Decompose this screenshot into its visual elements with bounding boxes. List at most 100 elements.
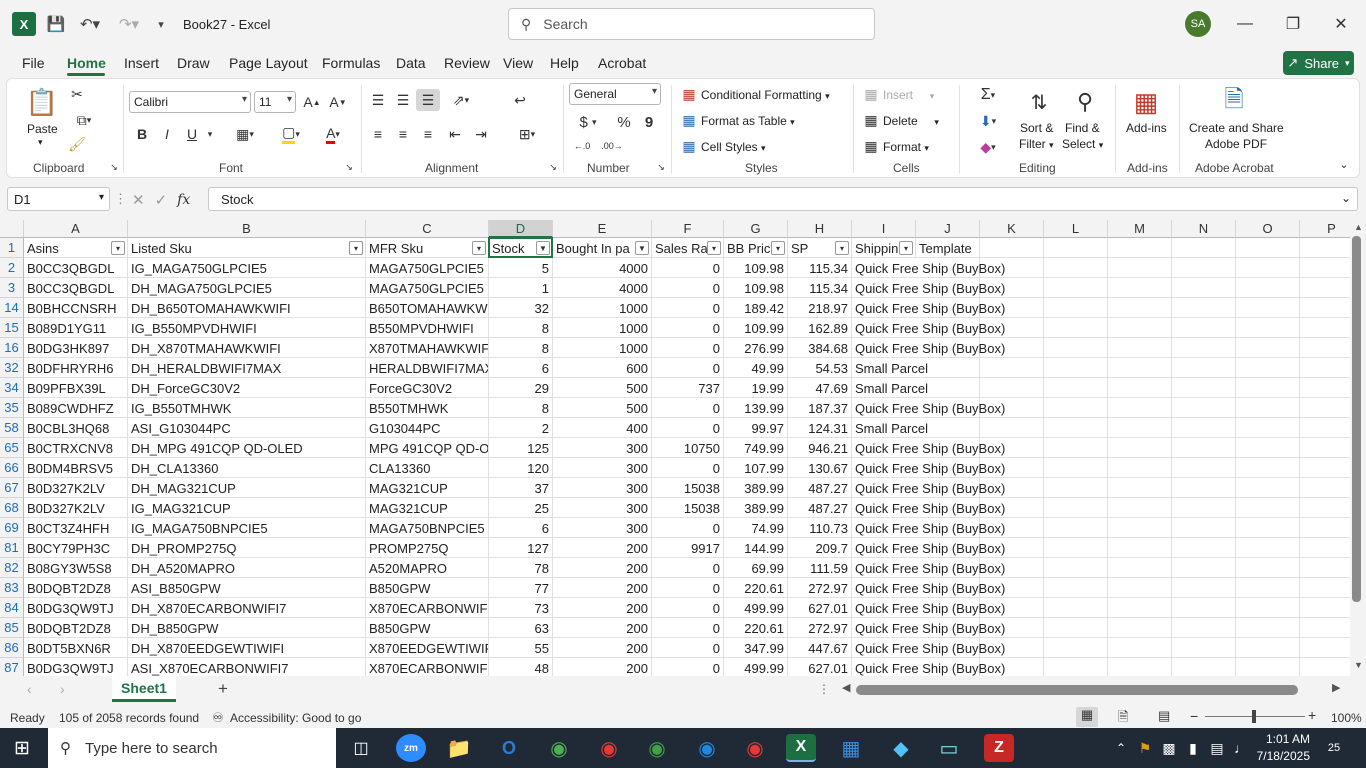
column-header-o[interactable]: O <box>1236 220 1300 238</box>
empty-cell[interactable] <box>1236 538 1300 558</box>
clipboard-launcher-icon[interactable]: ↘ <box>108 161 120 173</box>
font-launcher-icon[interactable]: ↘ <box>343 161 355 173</box>
table-cell[interactable]: Quick Free Ship (BuyBox) <box>852 518 1005 538</box>
empty-cell[interactable] <box>1172 358 1236 378</box>
table-cell[interactable]: 19.99 <box>724 378 788 398</box>
table-cell[interactable]: B0DG3HK897 <box>24 338 128 358</box>
column-header-m[interactable]: M <box>1108 220 1172 238</box>
page-layout-view-icon[interactable]: 🗎 <box>1118 708 1128 730</box>
cell-styles-button[interactable]: Cell Styles ▾ <box>701 140 766 154</box>
table-cell[interactable]: B0DQBT2DZ8 <box>24 578 128 598</box>
table-cell[interactable]: 162.89 <box>788 318 852 338</box>
table-cell[interactable]: DH_A520MAPRO <box>128 558 366 578</box>
paste-label[interactable]: Paste <box>27 122 58 136</box>
row-header[interactable]: 69 <box>0 518 24 538</box>
empty-cell[interactable] <box>1236 318 1300 338</box>
row-header[interactable]: 14 <box>0 298 24 318</box>
table-cell[interactable]: Quick Free Ship (BuyBox) <box>852 338 1005 358</box>
select-button[interactable]: Select ▾ <box>1062 137 1103 151</box>
row-header[interactable]: 58 <box>0 418 24 438</box>
empty-cell[interactable] <box>1108 498 1172 518</box>
delete-cells-button[interactable]: Delete ▾ <box>883 114 939 128</box>
table-cell[interactable]: DH_HERALDBWIFI7MAX <box>128 358 366 378</box>
tab-insert[interactable]: Insert <box>124 55 159 71</box>
task-view-icon[interactable]: ◫ <box>346 734 376 762</box>
table-cell[interactable]: 276.99 <box>724 338 788 358</box>
empty-cell[interactable] <box>1172 418 1236 438</box>
empty-cell[interactable] <box>1300 498 1350 518</box>
table-cell[interactable]: 200 <box>553 658 652 676</box>
table-cell[interactable]: 9917 <box>652 538 724 558</box>
minimize-icon[interactable]: — <box>1230 10 1260 38</box>
table-cell[interactable]: IG_B550MPVDHWIFI <box>128 318 366 338</box>
decrease-font-icon[interactable]: A ▼ <box>328 91 348 113</box>
row-header[interactable]: 65 <box>0 438 24 458</box>
table-cell[interactable]: MAGA750BNPCIE5 <box>366 518 489 538</box>
chrome-icon[interactable]: ◉ <box>740 734 770 762</box>
empty-cell[interactable] <box>1044 458 1108 478</box>
accessibility-status[interactable]: Accessibility: Good to go <box>230 711 361 725</box>
row-header[interactable]: 68 <box>0 498 24 518</box>
column-header-g[interactable]: G <box>724 220 788 238</box>
cancel-icon[interactable]: ✕ <box>132 191 145 209</box>
empty-cell[interactable] <box>1108 338 1172 358</box>
zoom-level[interactable]: 100% <box>1331 711 1362 725</box>
empty-cell[interactable] <box>1108 418 1172 438</box>
row-header[interactable]: 1 <box>0 238 24 258</box>
empty-cell[interactable] <box>1236 258 1300 278</box>
app-icon[interactable]: ▭ <box>934 734 964 762</box>
column-header-b[interactable]: B <box>128 220 366 238</box>
empty-cell[interactable] <box>1300 558 1350 578</box>
table-cell[interactable]: 54.53 <box>788 358 852 378</box>
empty-cell[interactable] <box>1236 558 1300 578</box>
empty-cell[interactable] <box>1172 278 1236 298</box>
empty-cell[interactable] <box>1300 598 1350 618</box>
table-cell[interactable]: 300 <box>553 438 652 458</box>
table-cell[interactable]: 347.99 <box>724 638 788 658</box>
empty-cell[interactable] <box>1300 358 1350 378</box>
empty-cell[interactable] <box>1108 318 1172 338</box>
borders-icon[interactable]: ▦ ▾ <box>227 123 263 145</box>
tab-formulas[interactable]: Formulas <box>322 55 380 71</box>
empty-cell[interactable] <box>1300 478 1350 498</box>
table-cell[interactable]: 447.67 <box>788 638 852 658</box>
table-cell[interactable]: DH_MAGA750GLPCIE5 <box>128 278 366 298</box>
formula-input[interactable]: Stock ⌄ <box>208 187 1358 211</box>
decrease-indent-icon[interactable]: ⇤ <box>444 123 466 145</box>
filter-dropdown-icon[interactable]: ▾ <box>707 241 721 255</box>
table-cell[interactable]: 73 <box>489 598 553 618</box>
table-cell[interactable]: 600 <box>553 358 652 378</box>
table-cell[interactable]: Quick Free Ship (BuyBox) <box>852 558 1005 578</box>
taskbar-clock[interactable]: 1:01 AM 7/18/2025 <box>1254 731 1310 765</box>
tab-draw[interactable]: Draw <box>177 55 210 71</box>
outlook-icon[interactable]: O <box>494 734 524 762</box>
header-cell[interactable]: Shippin ▾ <box>852 238 916 258</box>
chrome-icon[interactable]: ◉ <box>544 734 574 762</box>
scroll-right-icon[interactable]: ▶ <box>1332 681 1340 694</box>
row-header[interactable]: 84 <box>0 598 24 618</box>
table-cell[interactable]: ASI_B850GPW <box>128 578 366 598</box>
clear-icon[interactable]: ◆ ▾ <box>969 137 1007 157</box>
empty-cell[interactable] <box>1300 458 1350 478</box>
empty-cell[interactable] <box>1300 438 1350 458</box>
empty-cell[interactable] <box>1044 538 1108 558</box>
header-cell[interactable]: Asins ▾ <box>24 238 128 258</box>
create-pdf-icon[interactable]: 🗎 <box>1219 85 1249 119</box>
column-header-n[interactable]: N <box>1172 220 1236 238</box>
table-cell[interactable]: B0CC3QBGDL <box>24 258 128 278</box>
table-cell[interactable]: 0 <box>652 578 724 598</box>
table-cell[interactable]: 1000 <box>553 298 652 318</box>
table-cell[interactable]: B0DT5BXN6R <box>24 638 128 658</box>
table-cell[interactable]: 0 <box>652 418 724 438</box>
volume-icon[interactable]: ♩ <box>1226 734 1256 762</box>
table-cell[interactable]: DH_B650TOMAHAWKWIFI <box>128 298 366 318</box>
table-cell[interactable]: 109.99 <box>724 318 788 338</box>
table-cell[interactable]: 749.99 <box>724 438 788 458</box>
empty-cell[interactable] <box>1172 578 1236 598</box>
delete-cells-icon[interactable]: ▦ <box>863 111 879 129</box>
column-header-f[interactable]: F <box>652 220 724 238</box>
zoom-app-icon[interactable]: zm <box>396 734 426 762</box>
table-cell[interactable]: 49.99 <box>724 358 788 378</box>
table-cell[interactable]: Small Parcel <box>852 358 928 378</box>
table-cell[interactable]: 130.67 <box>788 458 852 478</box>
